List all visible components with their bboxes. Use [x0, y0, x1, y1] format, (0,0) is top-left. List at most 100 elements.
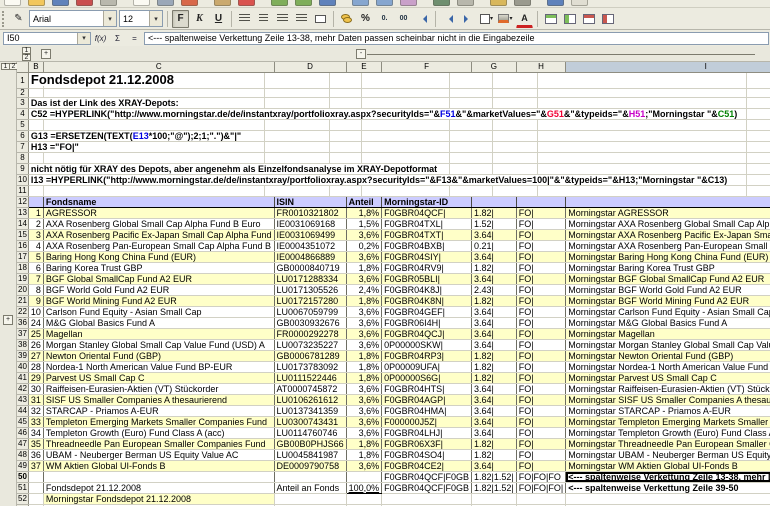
currency-format-icon[interactable]	[338, 10, 355, 28]
insert-rows-icon[interactable]	[542, 10, 559, 28]
styles-icon[interactable]: ✎	[10, 10, 27, 28]
page-preview-icon[interactable]	[133, 0, 150, 6]
cell-C51[interactable]: Fondsdepot 21.12.2008	[43, 482, 274, 493]
cell-marketvalue[interactable]: 3.64|	[471, 306, 516, 317]
row-header[interactable]: 40	[17, 361, 28, 372]
cell-marketvalue[interactable]: 3.64|	[471, 251, 516, 262]
cell-seq[interactable]: 5	[28, 251, 43, 262]
table-header-H[interactable]	[516, 196, 566, 207]
cell-seq[interactable]: 28	[28, 361, 43, 372]
cell-morningstar-id[interactable]: F0GBR04K8N|	[382, 295, 472, 306]
info-cell[interactable]: Fondsdepot 21.12.2008	[28, 72, 770, 88]
cell-isin[interactable]: GB0006781289	[274, 350, 346, 361]
column-header-C[interactable]: C	[43, 62, 274, 72]
formula-input[interactable]: <--- spaltenweise Verkettung Zeile 13-38…	[144, 32, 769, 45]
cell-marketvalue[interactable]: 3.64|	[471, 383, 516, 394]
column-outline-level-2[interactable]: 2	[22, 54, 31, 61]
cell-marketvalue[interactable]: 1.82|	[471, 350, 516, 361]
cell-morningstar-link[interactable]: Morningstar BGF Global SmallCap Fund A2 …	[566, 273, 770, 284]
cell-typeid[interactable]: FO|	[516, 460, 566, 471]
cell-F51[interactable]: F0GBR04QCF|F0GB	[382, 482, 472, 493]
cell-isin[interactable]: GB0030932676	[274, 317, 346, 328]
cell-fondsname[interactable]: Templeton Emerging Markets Smaller Compa…	[43, 416, 274, 427]
cell-marketvalue[interactable]: 3.64|	[471, 394, 516, 405]
row-header[interactable]: 36	[17, 317, 28, 328]
row-header[interactable]: 10	[17, 174, 28, 185]
dropdown-arrow-icon[interactable]: ▾	[103, 11, 116, 26]
cell-seq[interactable]: 33	[28, 416, 43, 427]
row-header[interactable]: 37	[17, 328, 28, 339]
cell-seq[interactable]: 29	[28, 372, 43, 383]
cell-seq[interactable]: 25	[28, 328, 43, 339]
increase-indent-icon[interactable]	[459, 10, 476, 28]
row-header[interactable]: 15	[17, 229, 28, 240]
cell-anteil[interactable]: 1,8%	[346, 207, 382, 218]
row-header[interactable]: 11	[17, 185, 28, 196]
cell-fondsname[interactable]: Raiffeisen-Eurasien-Aktien (VT) Stückord…	[43, 383, 274, 394]
cell-seq[interactable]: 7	[28, 273, 43, 284]
cell-D52[interactable]	[274, 493, 346, 504]
expand-rows-button[interactable]: +	[3, 315, 13, 325]
cell-anteil[interactable]: 3,6%	[346, 317, 382, 328]
cell-typeid[interactable]: FO|	[516, 317, 566, 328]
cell-fondsname[interactable]: Morgan Stanley Global Small Cap Value Fu…	[43, 339, 274, 350]
cell-morningstar-link[interactable]: Morningstar Newton Oriental Fund (GBP)	[566, 350, 770, 361]
row-header[interactable]: 43	[17, 394, 28, 405]
cell-seq[interactable]: 35	[28, 438, 43, 449]
cell-typeid[interactable]: FO|	[516, 405, 566, 416]
cell-morningstar-link[interactable]: Morningstar BGF World Mining Fund A2 EUR	[566, 295, 770, 306]
percent-format-icon[interactable]: %	[357, 10, 374, 28]
function-wizard-icon[interactable]: f(x)	[93, 32, 108, 45]
cell-anteil[interactable]: 1,5%	[346, 218, 382, 229]
cell-morningstar-link[interactable]: Morningstar Magellan	[566, 328, 770, 339]
cell-anteil[interactable]: 1,8%	[346, 361, 382, 372]
info-cell[interactable]	[28, 119, 770, 130]
cell-seq[interactable]: 10	[28, 306, 43, 317]
cell-isin[interactable]: GB00B0PHJS66	[274, 438, 346, 449]
cell-typeid[interactable]: FO|	[516, 416, 566, 427]
cell-morningstar-id[interactable]: F0GBR04SO4|	[382, 449, 472, 460]
row-header[interactable]: 6	[17, 130, 28, 141]
cell-anteil[interactable]: 0,2%	[346, 240, 382, 251]
align-left-icon[interactable]	[236, 10, 253, 28]
info-cell[interactable]: C52 =HYPERLINK("http://www.morningstar.d…	[28, 108, 770, 119]
cell-morningstar-link[interactable]: Morningstar AXA Rosenberg Pacific Ex-Jap…	[566, 229, 770, 240]
cell-morningstar-id[interactable]: F0GBR06X3F|	[382, 438, 472, 449]
row-header[interactable]: 3	[17, 97, 28, 108]
cell-morningstar-id[interactable]: F0GBR04GEF|	[382, 306, 472, 317]
cell-D51[interactable]: Anteil an Fonds	[274, 482, 346, 493]
row-header[interactable]: 44	[17, 405, 28, 416]
row-header[interactable]: 9	[17, 163, 28, 174]
cell-fondsname[interactable]: Newton Oriental Fund (GBP)	[43, 350, 274, 361]
background-color-icon[interactable]: ▾	[497, 10, 514, 28]
cell-seq[interactable]: 30	[28, 383, 43, 394]
cell-anteil[interactable]: 1,8%	[346, 262, 382, 273]
cell-H50[interactable]: FO|FO|FO	[516, 471, 566, 482]
table-header-ISIN[interactable]: ISIN	[274, 196, 346, 207]
sort-ascending-icon[interactable]	[352, 0, 369, 6]
row-header[interactable]: 18	[17, 262, 28, 273]
cell-fondsname[interactable]: AXA Rosenberg Pacific Ex-Japan Small Cap…	[43, 229, 274, 240]
cell-morningstar-id[interactable]: F0GBR04K8J|	[382, 284, 472, 295]
cell-anteil[interactable]: 1,8%	[346, 350, 382, 361]
info-cell[interactable]: nicht nötig für XRAY des Depots, aber an…	[28, 163, 770, 174]
delete-columns-icon[interactable]	[599, 10, 616, 28]
cell-fondsname[interactable]: Threadneedle Pan European Smaller Compan…	[43, 438, 274, 449]
info-cell[interactable]: H13 ="FO|"	[28, 141, 770, 152]
cell-seq[interactable]: 24	[28, 317, 43, 328]
cell-typeid[interactable]: FO|	[516, 262, 566, 273]
row-header[interactable]: 5	[17, 119, 28, 130]
cell-typeid[interactable]: FO|	[516, 449, 566, 460]
cell-typeid[interactable]: FO|	[516, 218, 566, 229]
export-pdf-icon[interactable]	[76, 0, 93, 6]
italic-button[interactable]: K	[191, 10, 208, 28]
underline-button[interactable]: U	[210, 10, 227, 28]
add-decimal-icon[interactable]: 00	[395, 10, 412, 28]
cell-isin[interactable]: LU0300743431	[274, 416, 346, 427]
column-header-F[interactable]: F	[382, 62, 472, 72]
cell-morningstar-link[interactable]: Morningstar Baring Korea Trust GBP	[566, 262, 770, 273]
cell-I51[interactable]: <--- spaltenweise Verkettung Zeile 39-50	[566, 482, 770, 493]
cell-morningstar-id[interactable]: F0GBR04QCF|	[382, 207, 472, 218]
cell-typeid[interactable]: FO|	[516, 295, 566, 306]
undo-icon[interactable]	[271, 0, 288, 6]
